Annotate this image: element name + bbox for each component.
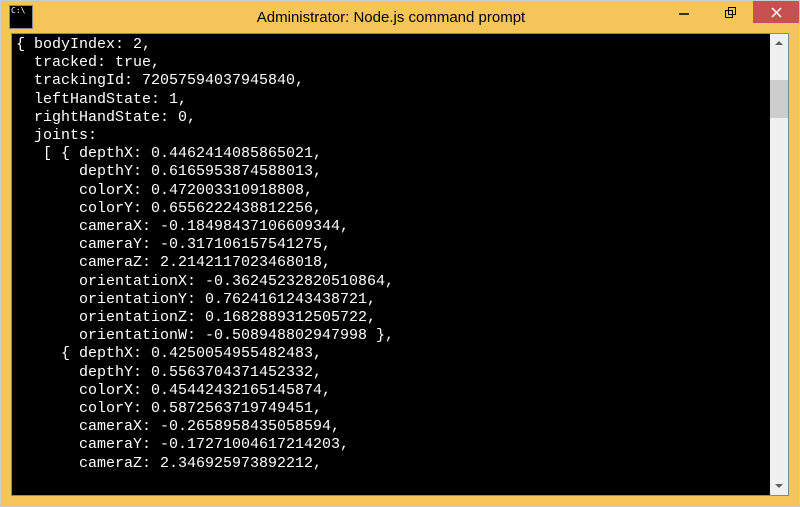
terminal-container: { bodyIndex: 2, tracked: true, trackingI… bbox=[11, 33, 789, 496]
scrollbar[interactable] bbox=[770, 34, 788, 495]
terminal-output: { bodyIndex: 2, tracked: true, trackingI… bbox=[12, 34, 770, 495]
scroll-up-arrow-icon[interactable] bbox=[770, 34, 788, 52]
scroll-track[interactable] bbox=[770, 52, 788, 477]
close-button[interactable] bbox=[753, 1, 799, 23]
minimize-button[interactable] bbox=[661, 1, 707, 23]
scroll-thumb[interactable] bbox=[770, 80, 788, 118]
maximize-button[interactable] bbox=[707, 1, 753, 23]
cmd-prompt-icon bbox=[9, 5, 33, 29]
window-controls bbox=[661, 1, 799, 25]
window-titlebar: Administrator: Node.js command prompt bbox=[1, 1, 799, 33]
scroll-down-arrow-icon[interactable] bbox=[770, 477, 788, 495]
